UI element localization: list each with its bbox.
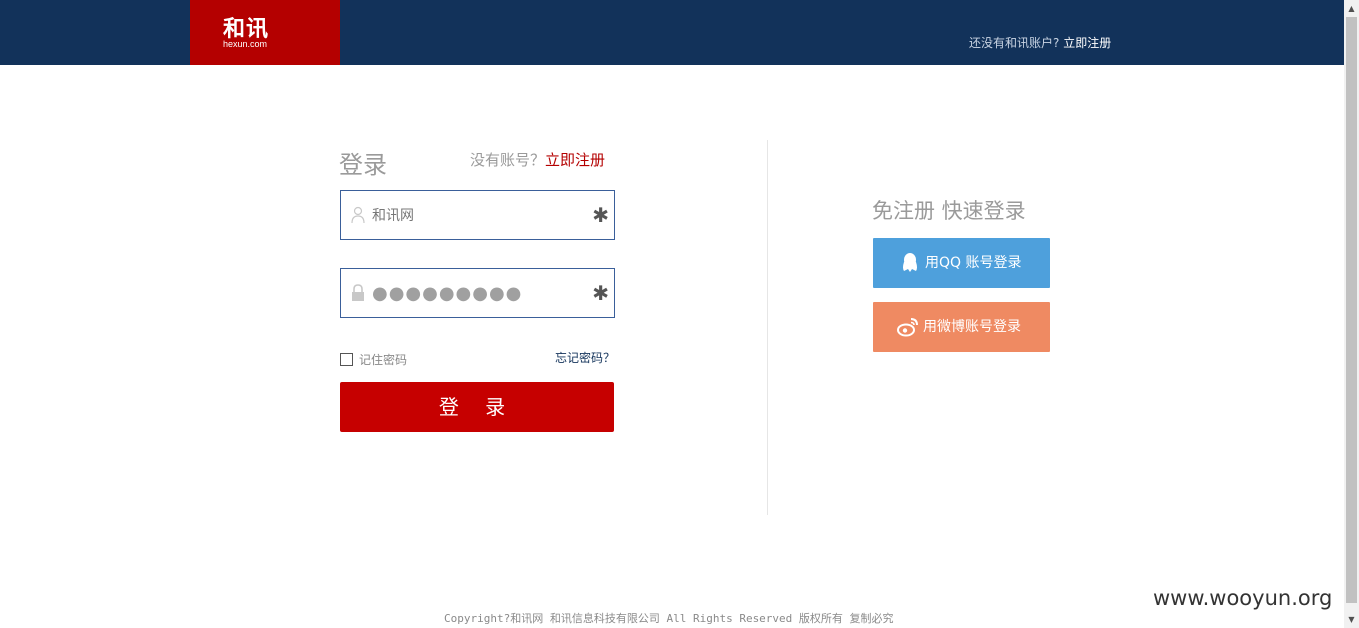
- watermark: www.wooyun.org: [1153, 586, 1333, 610]
- required-mark: ✱: [592, 203, 609, 227]
- remember-password[interactable]: 记住密码: [340, 351, 407, 368]
- qq-icon: [903, 253, 917, 272]
- vertical-scrollbar[interactable]: ▲ ▼: [1344, 0, 1359, 628]
- required-mark: ✱: [592, 281, 609, 305]
- password-field[interactable]: ✱: [340, 268, 615, 318]
- qq-login-button[interactable]: 用QQ 账号登录: [873, 238, 1050, 288]
- scrollbar-thumb[interactable]: [1346, 17, 1357, 603]
- register-link[interactable]: 立即注册: [545, 151, 605, 169]
- weibo-login-label: 用微博账号登录: [923, 319, 1021, 335]
- login-title: 登录: [339, 151, 387, 179]
- forgot-password-link[interactable]: 忘记密码？: [555, 349, 615, 366]
- weibo-login-button[interactable]: 用微博账号登录: [873, 302, 1050, 352]
- footer-copyright: Copyright?和讯网 和讯信息科技有限公司 All Rights Rese…: [444, 612, 894, 625]
- quick-login-title: 免注册 快速登录: [872, 199, 1026, 223]
- username-input[interactable]: [372, 201, 582, 229]
- header-register-link[interactable]: 立即注册: [1063, 36, 1111, 50]
- header-register-prompt: 还没有和讯账户? 立即注册: [969, 34, 1111, 51]
- divider: [767, 140, 768, 515]
- no-account-prompt: 没有账号？立即注册: [470, 149, 605, 170]
- logo-subtext: hexun.com: [223, 39, 268, 49]
- qq-login-label: 用QQ 账号登录: [925, 255, 1022, 271]
- weibo-icon: [897, 318, 918, 337]
- user-icon: [351, 206, 365, 224]
- login-button[interactable]: 登 录: [340, 382, 614, 432]
- scroll-up-icon[interactable]: ▲: [1344, 0, 1359, 17]
- lock-icon: [352, 284, 364, 301]
- username-field[interactable]: ✱: [340, 190, 615, 240]
- hexun-logo[interactable]: 和讯 hexun.com: [190, 0, 340, 65]
- remember-label: 记住密码: [359, 353, 408, 367]
- no-account-text: 没有账号？: [470, 151, 546, 169]
- logo-text: 和讯: [223, 16, 270, 42]
- header-no-account-text: 还没有和讯账户?: [969, 36, 1060, 50]
- remember-checkbox[interactable]: [340, 353, 353, 366]
- top-header: 和讯 hexun.com 还没有和讯账户? 立即注册: [0, 0, 1344, 65]
- password-input[interactable]: [372, 279, 582, 307]
- scroll-down-icon[interactable]: ▼: [1344, 611, 1359, 628]
